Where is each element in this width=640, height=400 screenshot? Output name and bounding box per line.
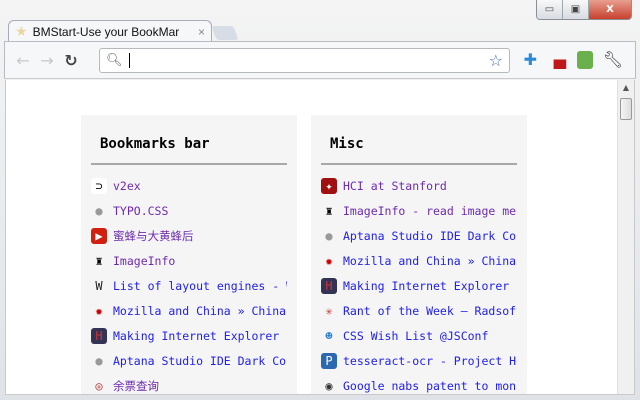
- bookmark-star-icon[interactable]: ☆: [489, 51, 503, 70]
- bookmark-label: Making Internet Explorer: [113, 328, 280, 343]
- bookmark-label: List of layout engines - Wikipedia: [113, 278, 287, 293]
- bookmark-link[interactable]: ☻ CSS Wish List @JSConf: [321, 323, 517, 348]
- eye-icon: ◉: [325, 378, 333, 393]
- bookmark-link[interactable]: W List of layout engines - Wikipedia: [91, 273, 287, 298]
- puzzle-icon[interactable]: ✚: [524, 50, 537, 69]
- bookmark-link[interactable]: ● TYPO.CSS: [91, 198, 287, 223]
- bookmark-label: Rant of the Week — Radsoft: [343, 303, 517, 318]
- wrench-icon[interactable]: 🔧︎: [603, 50, 623, 69]
- bookmark-label: Google nabs patent to monitor: [343, 378, 517, 393]
- bookmark-link[interactable]: ● Aptana Studio IDE Dark Color: [321, 223, 517, 248]
- bookmark-label: 蜜蜂与大黄蜂后: [113, 228, 194, 243]
- mozilla-icon: ✹: [95, 303, 103, 318]
- globe-icon: ●: [325, 228, 333, 243]
- scrollbar-thumb[interactable]: [620, 98, 632, 120]
- bookmark-label: Mozilla and China » China: [343, 253, 517, 268]
- bookmark-label: Aptana Studio IDE Dark Color: [343, 228, 517, 243]
- railway-icon: ◎: [95, 378, 103, 393]
- rant-icon: ✳: [325, 303, 333, 318]
- vertical-scrollbar[interactable]: ▲: [617, 80, 634, 394]
- search-icon: 🔍︎: [106, 53, 123, 68]
- h2c-icon: H: [321, 277, 337, 294]
- favicon-star-icon: ★: [15, 23, 28, 39]
- bookmark-link[interactable]: ✹ Mozilla and China » China: [321, 248, 517, 273]
- text-cursor: [128, 53, 130, 68]
- bookmark-label: ImageInfo - read image meta: [343, 203, 517, 218]
- maximize-button[interactable]: ▣: [563, 0, 589, 19]
- new-tab-button[interactable]: [211, 26, 239, 40]
- bookmark-label: Mozilla and China » China: [113, 303, 287, 318]
- slideshare-icon: ☻: [325, 328, 333, 343]
- reload-button[interactable]: ↻: [59, 51, 83, 70]
- divider: [91, 163, 287, 165]
- bookmark-label: TYPO.CSS: [113, 203, 169, 218]
- globe-icon: ●: [95, 203, 103, 218]
- video-icon: ▶: [91, 227, 107, 244]
- scroll-up-icon[interactable]: ▲: [618, 80, 634, 96]
- bookmark-label: Making Internet Explorer: [343, 278, 510, 293]
- v2ex-icon: ⊃: [91, 177, 107, 194]
- mozilla-icon: ✹: [325, 253, 333, 268]
- bookmark-link[interactable]: ⊃ v2ex: [91, 173, 287, 198]
- bookmark-label: ImageInfo: [113, 253, 176, 268]
- column-title: Bookmarks bar: [100, 136, 210, 152]
- tab-close-icon[interactable]: ×: [198, 25, 205, 39]
- bookmark-column-misc: Misc ✦ HCI at Stanford ♜ ImageInfo - read i…: [311, 115, 527, 394]
- tab-bmstart[interactable]: ★ BMStart-Use your BookMar ×: [8, 20, 212, 42]
- bookmark-link[interactable]: H Making Internet Explorer: [321, 273, 517, 298]
- bookmark-link[interactable]: ♜ ImageInfo: [91, 248, 287, 273]
- bookmark-label: v2ex: [113, 178, 141, 193]
- bookmark-link[interactable]: ◉ Google nabs patent to monitor: [321, 373, 517, 394]
- h2c-icon: H: [91, 327, 107, 344]
- imageinfo-icon: ♜: [325, 203, 333, 218]
- bookmark-column-bookmarks-bar: Bookmarks bar ⊃ v2ex ● TYPO.CSS ▶ 蜜蜂与大黄蜂后 ♜ Ima…: [81, 115, 297, 394]
- bookmark-label: HCI at Stanford: [343, 178, 447, 193]
- bookmark-link[interactable]: ◎ 余票查询: [91, 373, 287, 394]
- sofa-icon[interactable]: ▄: [554, 50, 566, 69]
- imageinfo-icon: ♜: [95, 253, 103, 268]
- bookmark-link[interactable]: Ptesseract-ocr - Project Hosting: [321, 348, 517, 373]
- bookmark-link[interactable]: ♜ ImageInfo - read image meta: [321, 198, 517, 223]
- bookmark-label: CSS Wish List @JSConf: [343, 328, 489, 343]
- divider: [321, 163, 517, 165]
- stanford-icon: ✦: [321, 177, 337, 194]
- globe-icon: ●: [95, 353, 103, 368]
- bookmark-link[interactable]: ● Aptana Studio IDE Dark Color: [91, 348, 287, 373]
- bookmark-link[interactable]: ✳ Rant of the Week — Radsoft: [321, 298, 517, 323]
- close-window-button[interactable]: X: [589, 0, 631, 19]
- tab-title: BMStart-Use your BookMar: [32, 24, 180, 39]
- bookmark-link[interactable]: ▶ 蜜蜂与大黄蜂后: [91, 223, 287, 248]
- column-title: Misc: [330, 136, 364, 152]
- toolbar: ← → ↻ 🔍︎ ☆ ✚ ▄ 🔧︎: [4, 41, 636, 79]
- forward-button[interactable]: →: [35, 51, 59, 70]
- wikipedia-icon: W: [95, 278, 103, 293]
- window-controls: ▭ ▣ X: [536, 0, 632, 20]
- bookmark-link[interactable]: H Making Internet Explorer: [91, 323, 287, 348]
- bookmark-link[interactable]: ✹ Mozilla and China » China: [91, 298, 287, 323]
- page-content: Bookmarks bar ⊃ v2ex ● TYPO.CSS ▶ 蜜蜂与大黄蜂后 ♜ Ima…: [5, 80, 635, 395]
- project-icon: P: [321, 352, 337, 369]
- bookmark-label: 余票查询: [113, 378, 159, 393]
- address-bar[interactable]: 🔍︎ ☆: [99, 48, 510, 73]
- back-button[interactable]: ←: [11, 51, 35, 70]
- bookmark-label: Aptana Studio IDE Dark Color: [113, 353, 287, 368]
- bookmark-link[interactable]: ✦ HCI at Stanford: [321, 173, 517, 198]
- bookmark-label: tesseract-ocr - Project Hosting: [343, 353, 517, 368]
- evernote-icon[interactable]: [577, 51, 593, 69]
- minimize-button[interactable]: ▭: [537, 0, 563, 19]
